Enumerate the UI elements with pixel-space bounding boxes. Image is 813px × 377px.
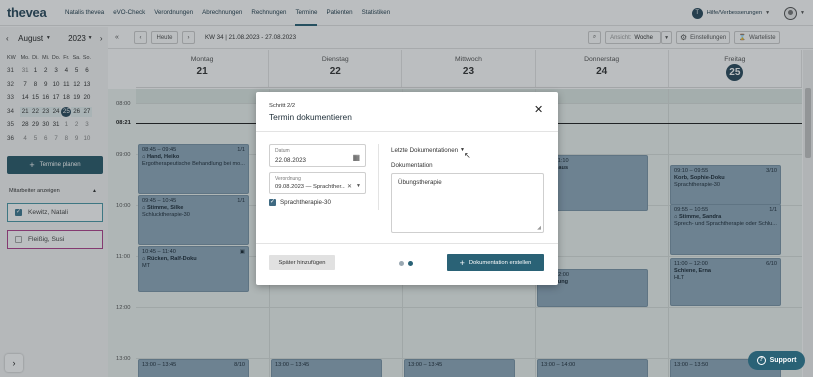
step-dot bbox=[399, 261, 404, 266]
create-documentation-button[interactable]: + Dokumentation erstellen bbox=[447, 254, 544, 271]
dialog-step: Schritt 2/2 bbox=[269, 103, 296, 109]
documentation-textarea[interactable]: Übungstherapie ◢ bbox=[391, 173, 544, 233]
step-dot-active bbox=[408, 261, 413, 266]
dialog-header-divider bbox=[256, 131, 558, 132]
plus-icon: + bbox=[459, 257, 465, 268]
documentation-text: Übungstherapie bbox=[398, 179, 442, 186]
date-field-value: 22.08.2023 bbox=[275, 157, 306, 164]
dialog-column-divider bbox=[378, 144, 379, 210]
support-button[interactable]: ? Support bbox=[748, 351, 805, 370]
mouse-cursor-icon: ↖ bbox=[464, 151, 471, 160]
checkbox-checked-icon[interactable]: ✓ bbox=[269, 199, 276, 206]
dialog-title: Termin dokumentieren bbox=[269, 112, 352, 122]
date-field[interactable]: Datum 22.08.2023 ▦ bbox=[269, 144, 366, 167]
calendar-icon[interactable]: ▦ bbox=[352, 153, 360, 162]
close-icon[interactable]: ✕ bbox=[534, 105, 543, 116]
support-label: Support bbox=[769, 357, 797, 364]
prescription-select[interactable]: Verordnung 09.08.2023 — Sprachther... ✕ … bbox=[269, 172, 366, 194]
last-docs-link[interactable]: Letzte Dokumentationen bbox=[391, 147, 458, 154]
question-icon: ? bbox=[756, 356, 766, 365]
date-field-label: Datum bbox=[275, 148, 290, 154]
documentation-label: Dokumentation bbox=[391, 162, 433, 169]
therapy-checkbox-row[interactable]: ✓ Sprachtherapie-30 bbox=[269, 199, 331, 206]
prescription-label: Verordnung bbox=[275, 176, 301, 182]
clear-icon[interactable]: ✕ bbox=[347, 183, 352, 190]
add-later-button[interactable]: Später hinzufügen bbox=[269, 255, 335, 270]
resize-handle-icon[interactable]: ◢ bbox=[537, 225, 541, 231]
create-documentation-label: Dokumentation erstellen bbox=[468, 259, 532, 266]
therapy-label: Sprachtherapie-30 bbox=[280, 199, 331, 206]
prescription-value: 09.08.2023 — Sprachther... bbox=[275, 184, 345, 190]
dialog-footer-divider bbox=[256, 243, 558, 244]
document-appointment-dialog: Schritt 2/2 Termin dokumentieren ✕ Datum… bbox=[256, 92, 558, 285]
chevron-down-icon[interactable]: ▼ bbox=[356, 183, 361, 189]
